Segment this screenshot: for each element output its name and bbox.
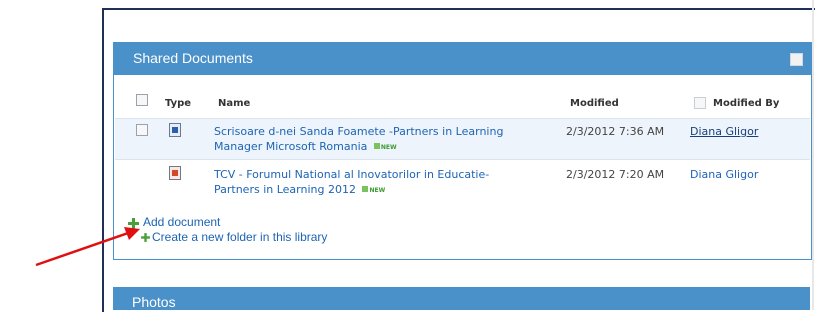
photos-webpart-header: Photos <box>113 287 810 310</box>
red-arrow-annotation <box>35 227 140 267</box>
photos-title[interactable]: Photos <box>132 294 176 310</box>
